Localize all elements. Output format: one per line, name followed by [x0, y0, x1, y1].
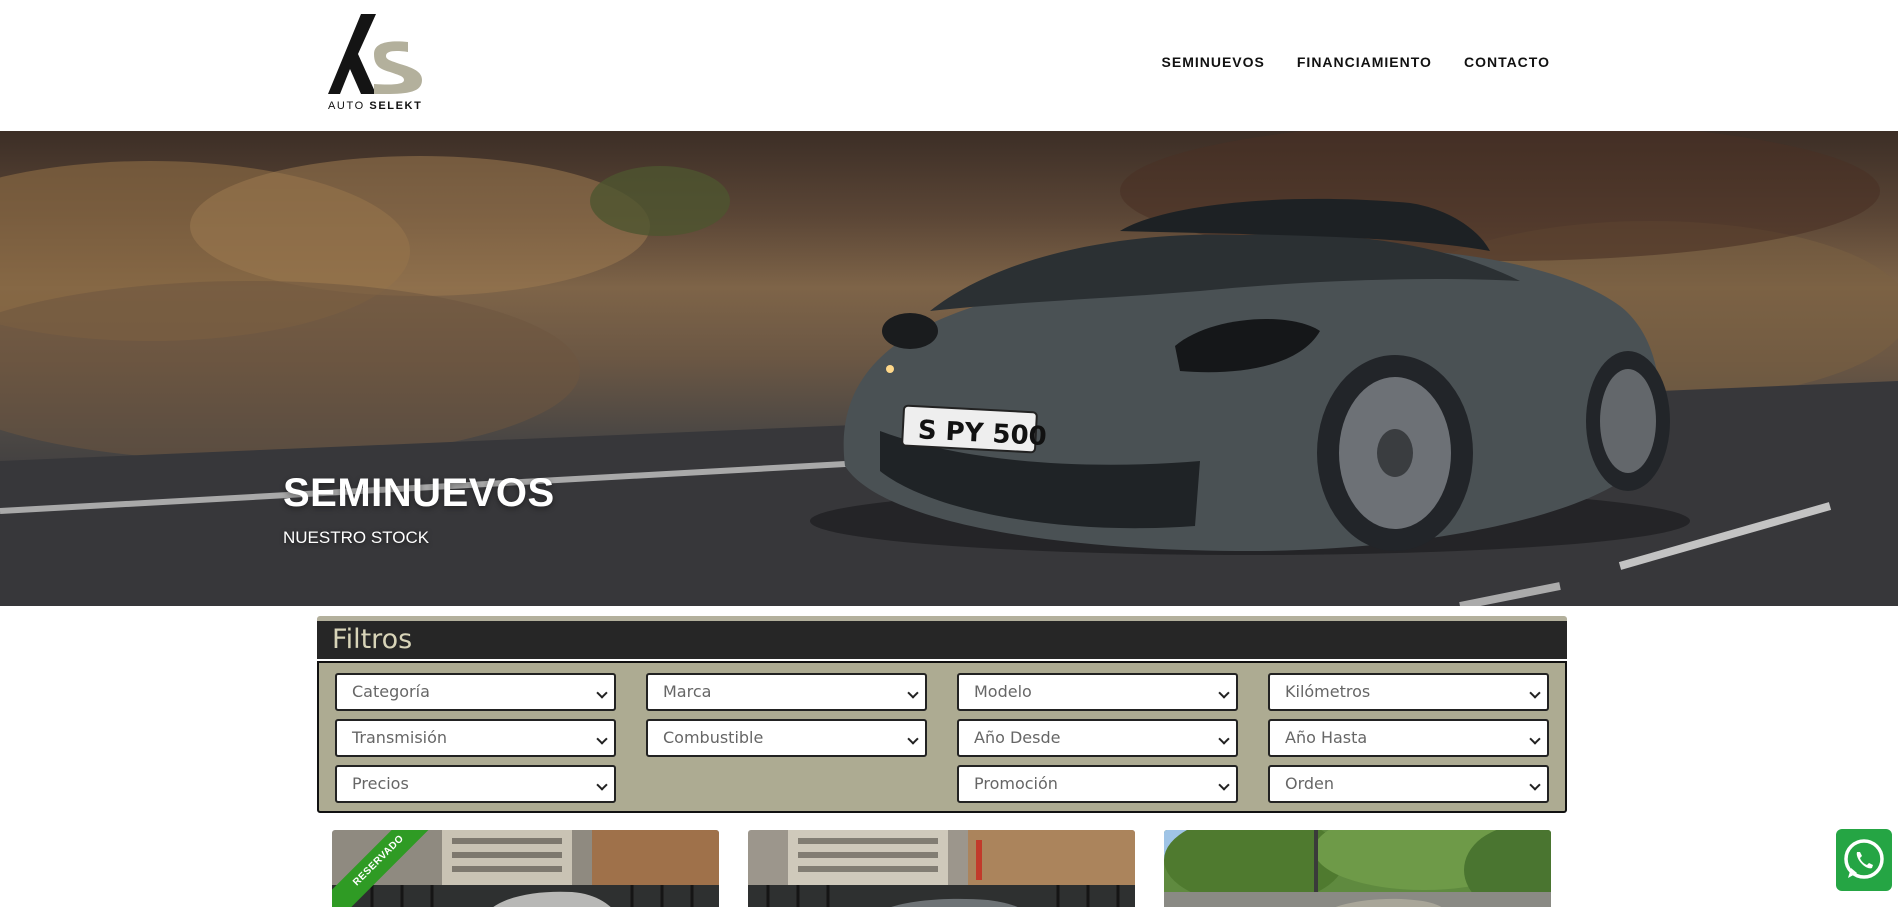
select-value: Kilómetros: [1285, 682, 1371, 701]
vehicle-card[interactable]: [1164, 830, 1551, 907]
chevron-down-icon: [1218, 687, 1230, 699]
filters-body: Categoría Marca Modelo Kilómetros Transm…: [317, 661, 1567, 813]
chevron-down-icon: [907, 733, 919, 745]
select-modelo[interactable]: Modelo: [957, 673, 1238, 711]
select-ano-hasta[interactable]: Año Hasta: [1268, 719, 1549, 757]
brand-logo[interactable]: AUTO SELEKT: [328, 14, 424, 114]
select-value: Categoría: [352, 682, 430, 701]
vehicle-card[interactable]: [748, 830, 1135, 907]
nav-financiamiento[interactable]: FINANCIAMIENTO: [1297, 54, 1432, 70]
hero-title: SEMINUEVOS: [283, 471, 555, 515]
filters-panel: Filtros Categoría Marca Modelo Kilómetro…: [317, 616, 1567, 813]
nav-contacto[interactable]: CONTACTO: [1464, 54, 1550, 70]
select-categoria[interactable]: Categoría: [335, 673, 616, 711]
hero-banner: S PY 500 SEMINUEVOS NUESTRO STOCK: [0, 131, 1898, 606]
select-orden[interactable]: Orden: [1268, 765, 1549, 803]
chevron-down-icon: [596, 733, 608, 745]
select-value: Combustible: [663, 728, 764, 747]
filters-header: Filtros: [317, 616, 1567, 659]
select-value: Transmisión: [352, 728, 448, 747]
vehicle-photo: [1164, 830, 1551, 907]
select-value: Marca: [663, 682, 712, 701]
chevron-down-icon: [596, 779, 608, 791]
select-promocion[interactable]: Promoción: [957, 765, 1238, 803]
chevron-down-icon: [1529, 733, 1541, 745]
select-value: Orden: [1285, 774, 1335, 793]
select-marca[interactable]: Marca: [646, 673, 927, 711]
vehicle-photo: [748, 830, 1135, 907]
chevron-down-icon: [1529, 687, 1541, 699]
hero-subtitle: NUESTRO STOCK: [283, 528, 430, 547]
main-nav: SEMINUEVOS FINANCIAMIENTO CONTACTO: [1162, 54, 1550, 70]
brand-word-auto: AUTO: [328, 100, 365, 112]
chevron-down-icon: [596, 687, 608, 699]
select-value: Precios: [352, 774, 409, 793]
select-ano-desde[interactable]: Año Desde: [957, 719, 1238, 757]
vehicle-card[interactable]: RESERVADO: [332, 830, 719, 907]
brand-name: AUTO SELEKT: [328, 100, 422, 112]
chevron-down-icon: [1529, 779, 1541, 791]
chevron-down-icon: [907, 687, 919, 699]
select-transmision[interactable]: Transmisión: [335, 719, 616, 757]
whatsapp-button[interactable]: [1836, 829, 1892, 891]
select-value: Año Hasta: [1285, 728, 1368, 747]
site-header: AUTO SELEKT SEMINUEVOS FINANCIAMIENTO CO…: [0, 0, 1898, 131]
chevron-down-icon: [1218, 733, 1230, 745]
filters-title: Filtros: [332, 624, 413, 655]
brand-word-selekt: SELEKT: [369, 100, 423, 112]
nav-seminuevos[interactable]: SEMINUEVOS: [1162, 54, 1265, 70]
select-value: Promoción: [974, 774, 1058, 793]
select-value: Modelo: [974, 682, 1032, 701]
select-combustible[interactable]: Combustible: [646, 719, 927, 757]
chevron-down-icon: [1218, 779, 1230, 791]
whatsapp-icon: [1844, 839, 1884, 879]
select-kilometros[interactable]: Kilómetros: [1268, 673, 1549, 711]
logo-mark-icon: [328, 14, 422, 94]
select-value: Año Desde: [974, 728, 1061, 747]
select-precios[interactable]: Precios: [335, 765, 616, 803]
